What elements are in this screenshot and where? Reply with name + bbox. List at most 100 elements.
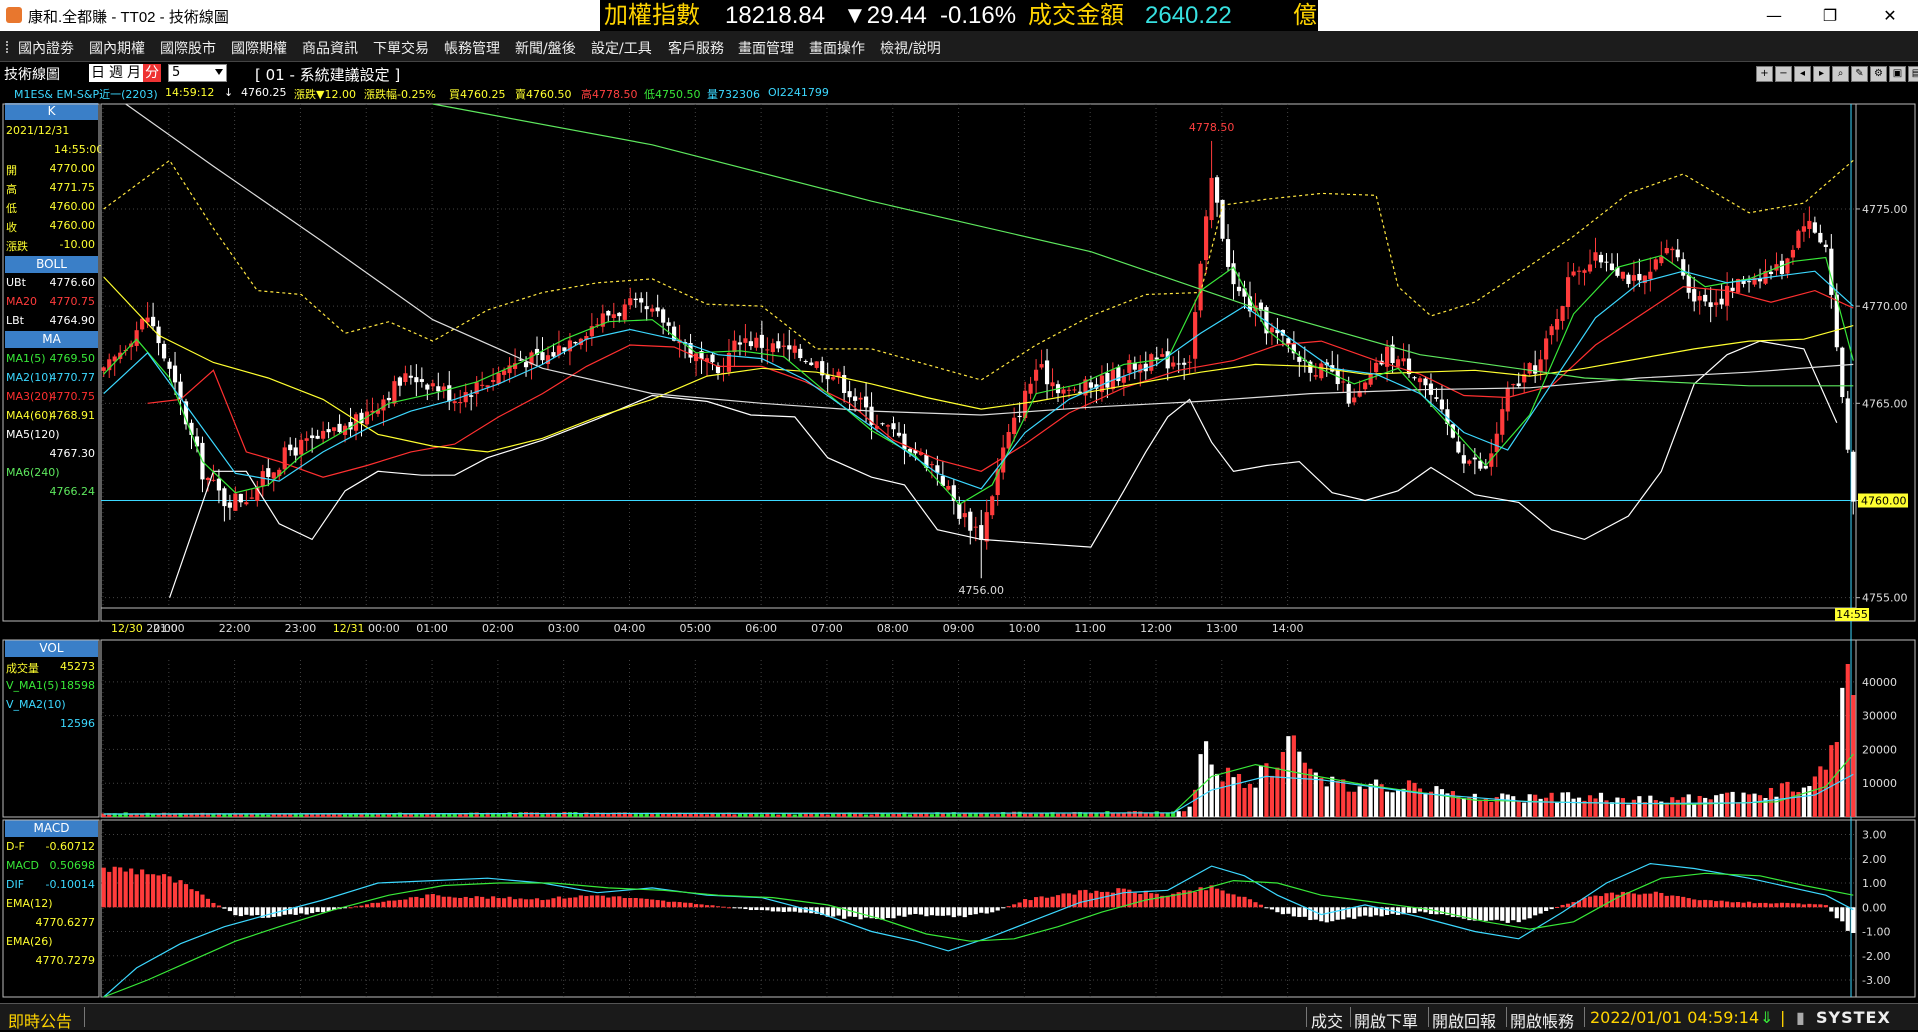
chart-area[interactable]: 12/30 20:0021:00 22:00 23:00 12/31 00:00 01:… xyxy=(0,0,1918,1003)
vol-y-tick-label: 20000 xyxy=(1862,743,1897,756)
candle-up xyxy=(1209,177,1214,221)
macd-bar xyxy=(1670,895,1675,908)
x-tick-label: 08:00 xyxy=(877,622,909,635)
candle-up xyxy=(1171,362,1176,367)
macd-bar xyxy=(1659,892,1664,908)
macd-bar xyxy=(151,874,156,908)
macd-bar xyxy=(1505,907,1510,923)
x-tick-label: 05:00 xyxy=(679,622,711,635)
macd-bar xyxy=(1631,893,1636,908)
price-panel-frame xyxy=(100,103,1857,622)
volume-bar xyxy=(1681,797,1686,817)
macd-bar xyxy=(688,902,693,908)
volume-bar xyxy=(408,813,413,817)
volume-bar xyxy=(913,813,918,817)
macd-bar xyxy=(995,907,1000,911)
macd-bar xyxy=(1324,907,1329,923)
macd-bar xyxy=(957,907,962,916)
open-account-button[interactable]: 開啟帳務 xyxy=(1510,1008,1574,1032)
macd-bar xyxy=(364,904,370,908)
candle-down xyxy=(573,341,578,344)
macd-bar xyxy=(480,896,485,908)
macd-bar xyxy=(1280,907,1285,915)
volume-bar xyxy=(1204,741,1209,817)
macd-bar xyxy=(562,898,567,908)
notice-button[interactable]: 即時公告 xyxy=(8,1008,72,1032)
macd-y-tick-label: -1.00 xyxy=(1862,926,1890,939)
candle-down xyxy=(1017,415,1022,418)
price-y-tick-label: 4755.00 xyxy=(1862,592,1908,605)
macd-bar xyxy=(770,907,775,912)
volume-bar xyxy=(1269,775,1274,817)
volume-bar xyxy=(507,812,512,817)
macd-bar xyxy=(101,867,106,908)
volume-bar xyxy=(1648,795,1653,817)
macd-bar xyxy=(1406,907,1412,913)
volume-bar xyxy=(1039,813,1044,817)
macd-bar xyxy=(1544,907,1549,912)
candle-down xyxy=(1461,455,1466,464)
candle-up xyxy=(831,377,836,380)
macd-bar xyxy=(715,906,721,908)
candle-up xyxy=(611,314,616,319)
macd-bar xyxy=(1681,896,1686,908)
macd-bar xyxy=(1555,906,1560,908)
vol-y-tick-label: 30000 xyxy=(1862,710,1897,723)
volume-bar xyxy=(1225,767,1231,817)
macd-bar xyxy=(1258,904,1264,908)
macd-bar xyxy=(787,907,792,912)
candle-down xyxy=(809,362,814,366)
x-tick-label: 09:00 xyxy=(943,622,975,635)
candle-up xyxy=(628,298,633,306)
candle-down xyxy=(1818,232,1823,243)
macd-bar xyxy=(523,899,529,908)
macd-bar xyxy=(348,907,353,909)
macd-bar xyxy=(1686,898,1691,908)
open-report-button[interactable]: 開啟回報 xyxy=(1432,1008,1496,1032)
candle-down xyxy=(386,397,392,401)
macd-bar xyxy=(1220,890,1225,908)
price-y-tick-label: 4765.00 xyxy=(1862,397,1908,410)
macd-bar xyxy=(704,905,710,908)
volume-bar xyxy=(704,814,710,817)
volume-bar xyxy=(1609,802,1615,817)
volume-bar xyxy=(1489,802,1494,817)
volume-bar xyxy=(1686,794,1691,817)
macd-bar xyxy=(1352,907,1357,919)
candle-up xyxy=(1187,361,1192,363)
macd-y-tick-label: -3.00 xyxy=(1862,974,1890,987)
macd-bar xyxy=(1214,888,1220,908)
candle-up xyxy=(134,330,139,346)
open-order-button[interactable]: 開啟下單 xyxy=(1354,1008,1418,1032)
candle-up xyxy=(990,496,995,516)
macd-bar xyxy=(743,907,748,910)
macd-bar xyxy=(518,898,523,908)
candle-up xyxy=(1341,381,1346,383)
candle-up xyxy=(271,472,276,479)
volume-bar xyxy=(1790,791,1796,817)
status-trade-button[interactable]: 成交 xyxy=(1311,1008,1343,1032)
volume-bar xyxy=(1741,792,1746,817)
macd-bar xyxy=(693,904,699,908)
volume-bar xyxy=(1346,791,1351,817)
volume-panel-legend-frame xyxy=(2,639,100,818)
x-tick-label: 14:00 xyxy=(1272,622,1304,635)
volume-bar xyxy=(869,814,874,817)
volume-bar xyxy=(227,814,232,817)
macd-bar xyxy=(1516,907,1521,923)
candle-down xyxy=(957,503,962,519)
volume-bar xyxy=(458,814,463,817)
candle-up xyxy=(1790,249,1796,258)
candle-up xyxy=(332,427,337,431)
macd-bar xyxy=(1017,902,1022,908)
volume-bar xyxy=(447,813,452,817)
candle-down xyxy=(1165,351,1170,369)
macd-bar xyxy=(1428,907,1434,915)
candle-up xyxy=(304,438,309,441)
candle-down xyxy=(655,307,660,312)
signal-icon: | xyxy=(1780,1008,1786,1027)
macd-bar xyxy=(1363,907,1368,916)
macd-y-tick-label: 2.00 xyxy=(1862,853,1887,866)
volume-bar xyxy=(1412,782,1417,817)
macd-bar xyxy=(1829,907,1834,912)
